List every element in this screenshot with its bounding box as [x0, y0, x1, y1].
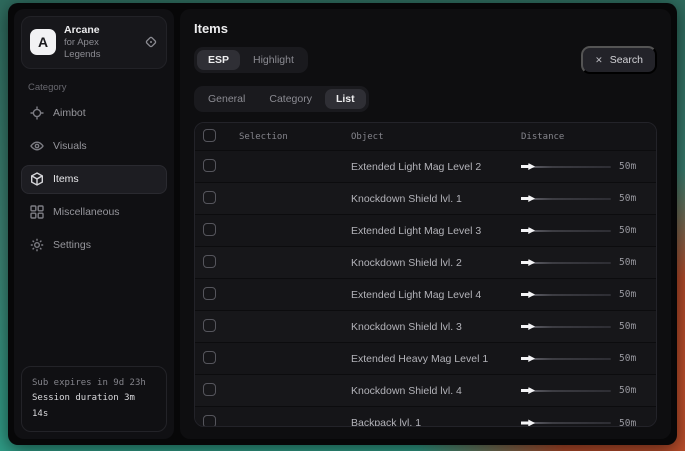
row-checkbox[interactable] [203, 191, 216, 204]
sidebar-item-visuals[interactable]: Visuals [21, 132, 167, 161]
slider-thumb[interactable] [521, 227, 535, 234]
app-name: Arcane [64, 24, 136, 37]
distance-slider[interactable] [521, 321, 611, 333]
column-header-object: Object [351, 132, 521, 142]
sidebar-item-label: Visuals [53, 140, 87, 152]
app-subtitle: for Apex Legends [64, 37, 136, 61]
table-row: Backpack lvl. 1 50m [195, 407, 656, 427]
table-row: Extended Light Mag Level 3 50m [195, 215, 656, 247]
row-checkbox[interactable] [203, 319, 216, 332]
distance-value: 50m [619, 193, 657, 204]
sidebar-item-aimbot[interactable]: Aimbot [21, 99, 167, 128]
sidebar-item-label: Settings [53, 239, 91, 251]
row-checkbox[interactable] [203, 287, 216, 300]
distance-value: 50m [619, 321, 657, 332]
select-all-checkbox[interactable] [203, 129, 216, 142]
app-window: A Arcane for Apex Legends Category Aimbo… [8, 3, 677, 445]
distance-value: 50m [619, 353, 657, 364]
tab-esp[interactable]: ESP [197, 50, 240, 70]
search-button[interactable]: ✕ Search [581, 46, 657, 74]
session-duration-text: Session duration 3m 14s [32, 391, 156, 422]
tab-category[interactable]: Category [258, 89, 323, 109]
slider-thumb[interactable] [521, 163, 535, 170]
table-row: Knockdown Shield lvl. 3 50m [195, 311, 656, 343]
sidebar-item-label: Items [53, 173, 79, 185]
items-table: Selection Object Distance Color Extended… [194, 122, 657, 427]
distance-value: 50m [619, 418, 657, 428]
object-name: Extended Light Mag Level 4 [351, 289, 521, 301]
object-name: Extended Light Mag Level 3 [351, 225, 521, 237]
distance-slider[interactable] [521, 417, 611, 427]
slider-thumb[interactable] [521, 355, 535, 362]
distance-slider[interactable] [521, 385, 611, 397]
slider-thumb[interactable] [521, 195, 535, 202]
distance-value: 50m [619, 225, 657, 236]
distance-slider[interactable] [521, 353, 611, 365]
slider-thumb[interactable] [521, 259, 535, 266]
sidebar-item-miscellaneous[interactable]: Miscellaneous [21, 198, 167, 227]
row-checkbox[interactable] [203, 351, 216, 364]
row-checkbox[interactable] [203, 223, 216, 236]
mode-tab-group: ESP Highlight [194, 47, 308, 73]
view-tab-group: General Category List [194, 86, 369, 112]
distance-slider[interactable] [521, 161, 611, 173]
search-button-label: Search [610, 54, 643, 66]
subscription-info-card: Sub expires in 9d 23h Session duration 3… [21, 366, 167, 432]
table-row: Knockdown Shield lvl. 4 50m [195, 375, 656, 407]
table-row: Extended Heavy Mag Level 1 50m [195, 343, 656, 375]
slider-thumb[interactable] [521, 323, 535, 330]
crosshair-icon [30, 106, 44, 120]
tab-highlight[interactable]: Highlight [242, 50, 305, 70]
object-name: Extended Light Mag Level 2 [351, 161, 521, 173]
table-header-row: Selection Object Distance Color [195, 123, 656, 151]
tab-general[interactable]: General [197, 89, 256, 109]
distance-slider[interactable] [521, 257, 611, 269]
table-row: Extended Light Mag Level 2 50m [195, 151, 656, 183]
table-row: Knockdown Shield lvl. 2 50m [195, 247, 656, 279]
distance-slider[interactable] [521, 225, 611, 237]
sub-expiry-text: Sub expires in 9d 23h [32, 376, 156, 391]
items-panel: Items ESP Highlight ✕ Search General Cat… [180, 9, 671, 439]
object-name: Knockdown Shield lvl. 4 [351, 385, 521, 397]
slider-thumb[interactable] [521, 387, 535, 394]
sidebar-section-label: Category [28, 82, 167, 93]
sidebar-item-label: Miscellaneous [53, 206, 120, 218]
gear-icon [30, 238, 44, 252]
sidebar-item-label: Aimbot [53, 107, 86, 119]
distance-value: 50m [619, 257, 657, 268]
distance-slider[interactable] [521, 289, 611, 301]
object-name: Knockdown Shield lvl. 1 [351, 193, 521, 205]
tab-list[interactable]: List [325, 89, 366, 109]
sidebar-item-items[interactable]: Items [21, 165, 167, 194]
grid-icon [30, 205, 44, 219]
object-name: Extended Heavy Mag Level 1 [351, 353, 521, 365]
sidebar: A Arcane for Apex Legends Category Aimbo… [14, 9, 174, 439]
column-header-selection: Selection [239, 132, 351, 142]
distance-value: 50m [619, 385, 657, 396]
package-icon [30, 172, 44, 186]
column-header-distance: Distance [521, 132, 619, 142]
diamond-icon[interactable] [144, 35, 158, 49]
app-header-card: A Arcane for Apex Legends [21, 16, 167, 69]
sidebar-item-settings[interactable]: Settings [21, 231, 167, 260]
row-checkbox[interactable] [203, 159, 216, 172]
object-name: Knockdown Shield lvl. 3 [351, 321, 521, 333]
table-row: Knockdown Shield lvl. 1 50m [195, 183, 656, 215]
object-name: Backpack lvl. 1 [351, 417, 521, 427]
row-checkbox[interactable] [203, 255, 216, 268]
distance-value: 50m [619, 161, 657, 172]
app-logo: A [30, 29, 56, 55]
row-checkbox[interactable] [203, 383, 216, 396]
table-row: Extended Light Mag Level 4 50m [195, 279, 656, 311]
page-title: Items [194, 21, 657, 36]
slider-thumb[interactable] [521, 291, 535, 298]
slider-thumb[interactable] [521, 420, 535, 427]
distance-slider[interactable] [521, 193, 611, 205]
row-checkbox[interactable] [203, 415, 216, 427]
object-name: Knockdown Shield lvl. 2 [351, 257, 521, 269]
eye-icon [30, 139, 44, 153]
x-icon: ✕ [595, 55, 603, 66]
distance-value: 50m [619, 289, 657, 300]
